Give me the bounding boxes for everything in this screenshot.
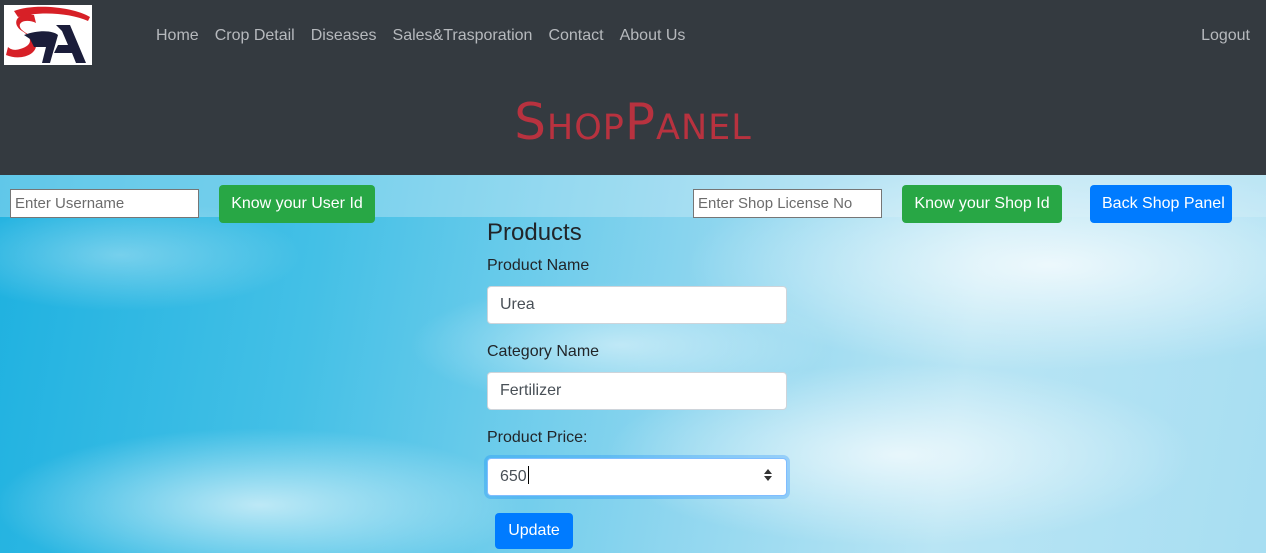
logout-link[interactable]: Logout — [1201, 25, 1250, 47]
nav-crop-detail-link[interactable]: Crop Detail — [207, 25, 303, 47]
stepper-up-icon[interactable] — [764, 469, 772, 474]
update-button[interactable]: Update — [495, 513, 573, 549]
navbar: Home Crop Detail Diseases Sales&Traspora… — [0, 0, 1266, 175]
text-caret — [527, 466, 529, 484]
stepper-down-icon[interactable] — [764, 476, 772, 481]
main-nav: Home Crop Detail Diseases Sales&Traspora… — [148, 25, 693, 47]
product-price-label: Product Price: — [487, 429, 588, 446]
product-price-value: 650 — [500, 468, 527, 485]
product-name-label: Product Name — [487, 257, 590, 274]
page-title: ShopPanel — [514, 93, 752, 151]
nav-home-link[interactable]: Home — [148, 25, 207, 47]
site-logo[interactable] — [4, 5, 92, 65]
back-shop-panel-button[interactable]: Back Shop Panel — [1090, 185, 1232, 223]
category-name-input[interactable]: Fertilizer — [487, 372, 787, 410]
know-shop-id-button[interactable]: Know your Shop Id — [902, 185, 1062, 223]
username-input[interactable] — [10, 189, 199, 218]
product-form: Products Product Name Urea Category Name… — [487, 218, 787, 549]
nav-contact-link[interactable]: Contact — [540, 25, 611, 47]
product-price-input[interactable]: 650 — [487, 458, 787, 496]
nav-sales-transport-link[interactable]: Sales&Trasporation — [385, 25, 541, 47]
product-name-value: Urea — [500, 296, 535, 313]
nav-about-us-link[interactable]: About Us — [612, 25, 694, 47]
category-name-label: Category Name — [487, 343, 600, 360]
shop-license-input[interactable] — [693, 189, 882, 218]
know-user-id-button[interactable]: Know your User Id — [219, 185, 375, 223]
price-stepper[interactable] — [762, 467, 774, 487]
nav-diseases-link[interactable]: Diseases — [303, 25, 385, 47]
category-name-value: Fertilizer — [500, 382, 562, 399]
product-name-input[interactable]: Urea — [487, 286, 787, 324]
form-title: Products — [487, 219, 582, 246]
